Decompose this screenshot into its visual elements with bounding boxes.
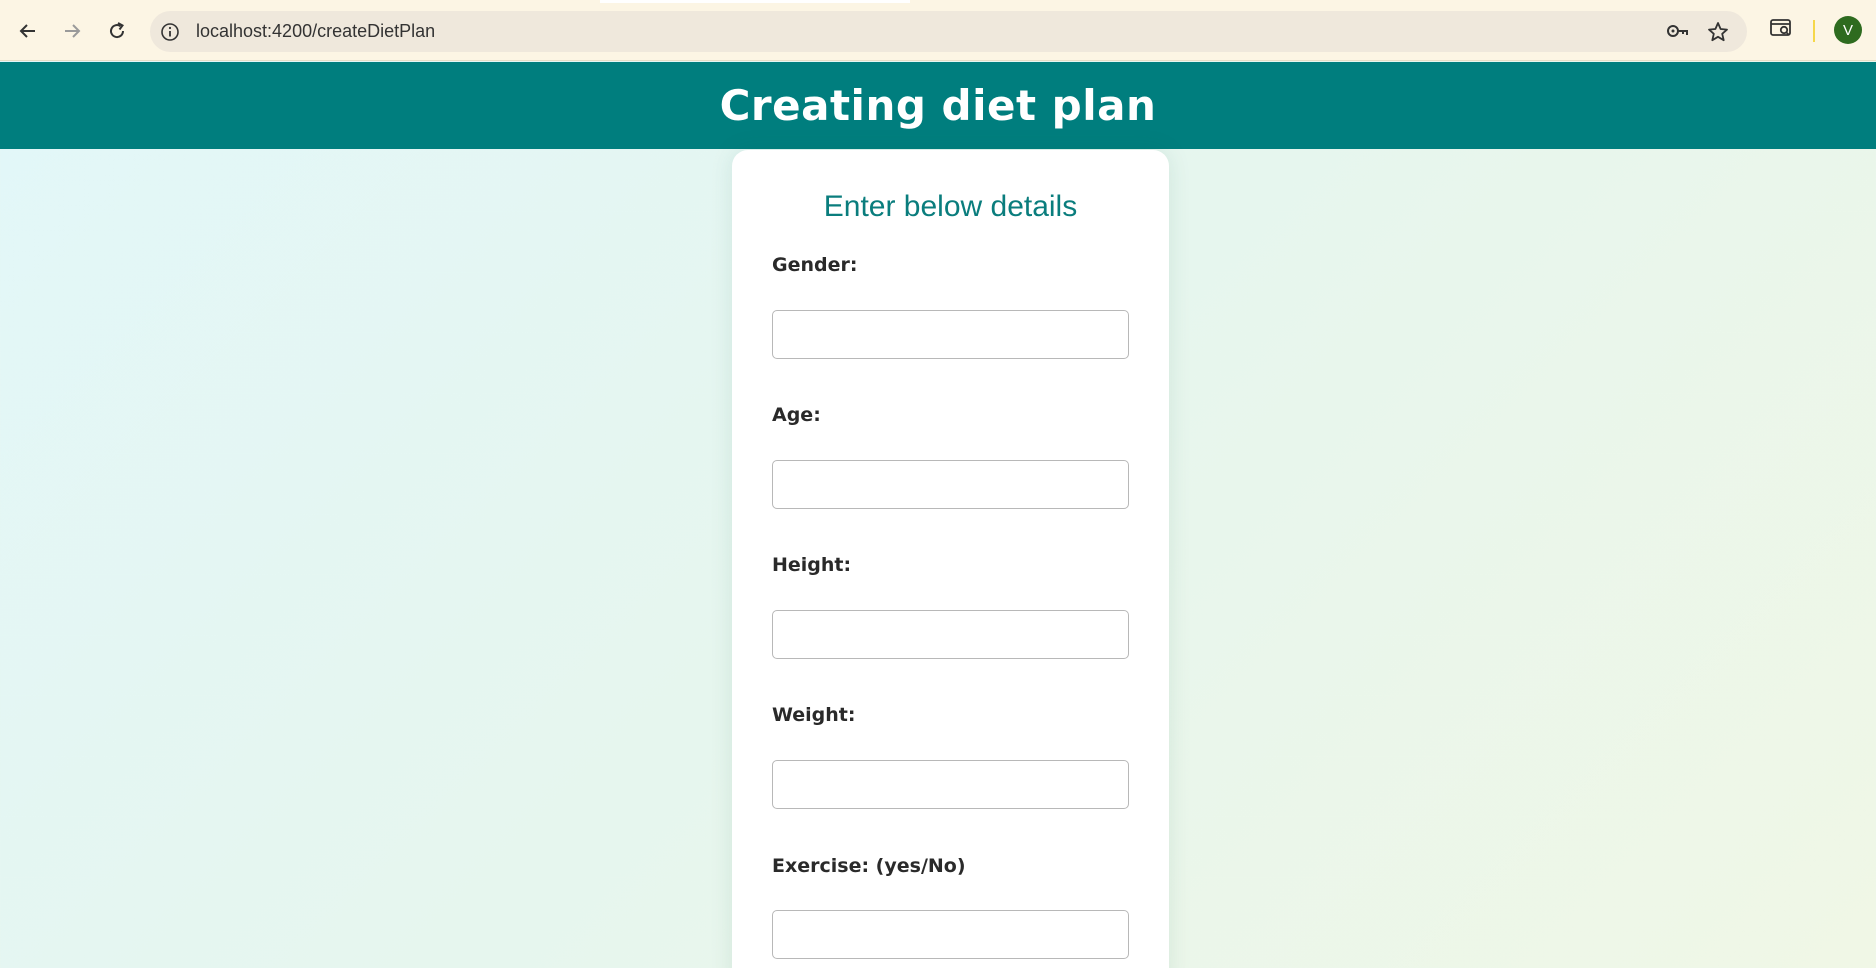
forward-arrow-icon [65, 24, 81, 38]
site-info-icon[interactable] [160, 22, 180, 42]
exercise-input[interactable] [772, 910, 1129, 959]
reload-button[interactable] [101, 15, 133, 47]
back-button[interactable] [12, 15, 44, 47]
bookmark-star-icon[interactable] [1707, 21, 1729, 43]
gender-input[interactable] [772, 310, 1129, 359]
exercise-label: Exercise: (yes/No) [772, 855, 966, 877]
profile-avatar[interactable]: V [1834, 16, 1862, 44]
gender-label: Gender: [772, 254, 858, 276]
age-label: Age: [772, 404, 821, 426]
url-text[interactable]: localhost:4200/createDietPlan [196, 21, 435, 42]
reload-icon [110, 22, 125, 39]
back-arrow-icon [19, 24, 35, 38]
age-input[interactable] [772, 460, 1129, 509]
page-title: Creating diet plan [719, 81, 1157, 130]
toolbar-divider [1813, 20, 1815, 42]
password-key-icon[interactable] [1666, 21, 1690, 41]
diet-plan-form-card: Enter below details Gender: Age: Height:… [732, 150, 1169, 968]
address-bar[interactable]: localhost:4200/createDietPlan [150, 11, 1747, 52]
tab-search-icon[interactable] [1769, 16, 1793, 40]
active-tab-edge [600, 0, 910, 3]
browser-toolbar: localhost:4200/createDietPlan V [0, 0, 1876, 61]
height-label: Height: [772, 554, 852, 576]
weight-label: Weight: [772, 704, 856, 726]
weight-input[interactable] [772, 760, 1129, 809]
form-heading: Enter below details [823, 190, 1078, 223]
height-input[interactable] [772, 610, 1129, 659]
app-header: Creating diet plan [0, 62, 1876, 149]
forward-button[interactable] [56, 15, 88, 47]
